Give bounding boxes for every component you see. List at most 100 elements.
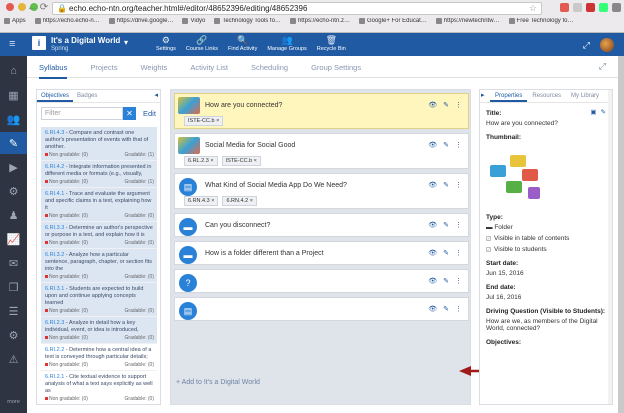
extension-icons[interactable] (560, 3, 621, 12)
calendar-icon[interactable]: ▦ (0, 84, 27, 106)
minimize-window-button[interactable] (18, 3, 26, 11)
toolbar-button-recycle-bin[interactable]: 🗑 Recycle Bin (315, 35, 348, 52)
chevron-down-icon[interactable]: ▾ (124, 38, 128, 47)
extension-icon[interactable] (573, 3, 582, 12)
list-item[interactable]: 6.RI.2.3 - Analyze in detail how a key i… (41, 317, 157, 344)
more-menu-icon[interactable]: ⋮ (455, 141, 462, 149)
edit-objectives-link[interactable]: Edit (143, 109, 156, 118)
activity-card[interactable]: ▤ 👁 ✎ ⋮ (174, 297, 469, 321)
list-item[interactable]: 6.RI.4.1 - Trace and evaluate the argume… (41, 188, 157, 222)
more-menu-icon[interactable]: ⋮ (455, 181, 462, 189)
list-item[interactable]: 6.RI.3.2 - Analyze how a particular sent… (41, 249, 157, 283)
hamburger-icon[interactable]: ≡ (9, 38, 15, 50)
visibility-eye-icon[interactable]: 👁 (428, 141, 437, 149)
edit-pencil-icon[interactable]: ✎ (443, 221, 449, 229)
settings-icon[interactable]: ⚙ (0, 180, 27, 202)
tab-projects[interactable]: Projects (90, 63, 117, 79)
toolbar-button-manage-groups[interactable]: 👥 Manage Groups (265, 35, 308, 52)
reload-icon[interactable]: ⟳ (38, 2, 50, 14)
bookmark-item[interactable]: Apps (4, 18, 26, 24)
list-item[interactable]: 6.RI.2.1 - Cite textual evidence to supp… (41, 371, 157, 404)
bookmark-star-icon[interactable]: ☆ (529, 3, 537, 14)
toolbar-button-course-links[interactable]: 🔗 Course Links (184, 35, 220, 52)
activity-card[interactable]: ▬ Can you disconnect? 👁 ✎ ⋮ (174, 213, 469, 237)
edit-pencil-icon[interactable]: ✎ (443, 141, 449, 149)
admin-icon[interactable]: ⚙ (0, 324, 27, 346)
course-title[interactable]: It's a Digital World (51, 36, 120, 45)
visibility-eye-icon[interactable]: 👁 (428, 181, 437, 189)
visibility-eye-icon[interactable]: 👁 (428, 305, 437, 313)
visibility-eye-icon[interactable]: 👁 (428, 221, 437, 229)
add-activity-link[interactable]: + Add to It's a Digital World (176, 379, 260, 386)
extension-icon[interactable] (586, 3, 595, 12)
edit-pencil-icon[interactable]: ✎ (443, 277, 449, 285)
edit-pencil-icon[interactable]: ✎ (443, 305, 449, 313)
bookmark-item[interactable]: Technology Tools fo… (214, 18, 281, 24)
user-icon[interactable]: ♟ (0, 204, 27, 226)
toc-visibility-checkbox[interactable]: ✓ Visible in table of contents (486, 235, 606, 242)
tab-scheduling[interactable]: Scheduling (251, 63, 288, 79)
remove-tag-icon[interactable]: × (209, 158, 213, 164)
activity-title[interactable]: Social Media for Social Good (205, 142, 295, 149)
visibility-eye-icon[interactable]: 👁 (428, 277, 437, 285)
list-item[interactable]: 6.RI.3.1 - Students are expected to buil… (41, 283, 157, 317)
mail-icon[interactable]: ✉ (0, 252, 27, 274)
more-menu-icon[interactable]: ⋮ (455, 305, 462, 313)
extension-icon[interactable] (599, 3, 608, 12)
bookmark-item[interactable]: Vidyo (182, 18, 205, 24)
activity-title[interactable]: Can you disconnect? (205, 222, 270, 229)
checkbox-icon[interactable]: ✓ (486, 236, 491, 241)
tab-my-library[interactable]: My Library (566, 90, 604, 102)
address-bar[interactable]: 🔒 echo.echo-ntn.org/teacher.html#/editor… (52, 2, 542, 15)
activity-title[interactable]: How is a folder different than a Project (205, 250, 324, 257)
bookmark-item[interactable]: https://newtechntw… (435, 18, 500, 24)
list-icon[interactable]: ☰ (0, 300, 27, 322)
tab-activity-list[interactable]: Activity List (190, 63, 228, 79)
checkbox-icon[interactable]: ✓ (486, 247, 491, 252)
edit-icon[interactable]: ✎ (601, 108, 606, 116)
collapse-panel-icon[interactable]: ▸ (481, 91, 485, 99)
activity-card[interactable]: ? 👁 ✎ ⋮ (174, 269, 469, 293)
list-item[interactable]: 6.RI.4.3 - Compare and contrast one auth… (41, 127, 157, 161)
more-menu-icon[interactable]: ⋮ (455, 249, 462, 257)
home-icon[interactable]: ⌂ (0, 60, 27, 82)
chart-icon[interactable]: 📈 (0, 228, 27, 250)
list-item[interactable]: 6.RI.4.2 - Integrate information present… (41, 161, 157, 188)
remove-tag-icon[interactable]: × (210, 198, 214, 204)
activity-card[interactable]: ▬ How is a folder different than a Projec… (174, 241, 469, 265)
tab-objectives[interactable]: Objectives (37, 90, 74, 102)
avatar[interactable] (600, 38, 614, 52)
bookmark-item[interactable]: Free Technology fo… (508, 18, 573, 24)
people-icon[interactable]: 👥 (0, 108, 27, 130)
edit-pencil-icon[interactable]: ✎ (443, 249, 449, 257)
activity-title[interactable]: How are you connected? (205, 102, 283, 109)
play-icon[interactable]: ▶ (0, 156, 27, 178)
tab-syllabus[interactable]: Syllabus (39, 63, 68, 79)
tab-badges[interactable]: Badges (73, 90, 101, 102)
more-menu-icon[interactable]: ⋮ (455, 221, 462, 229)
scrollbar[interactable] (608, 90, 612, 404)
list-item[interactable]: 6.RI.3.3 - Determine an author's perspec… (41, 222, 157, 249)
remove-tag-icon[interactable]: × (215, 118, 219, 124)
activity-title[interactable]: What Kind of Social Media App Do We Need… (205, 182, 347, 189)
toolbar-button-find-activity[interactable]: 🔍 Find Activity (226, 35, 259, 52)
extension-icon[interactable] (560, 3, 569, 12)
more-menu-icon[interactable]: ⋮ (455, 277, 462, 285)
more-menu-icon[interactable]: ⋮ (455, 101, 462, 109)
tab-resources[interactable]: Resources (527, 90, 566, 102)
toolbar-button-settings[interactable]: ⚙ Settings (154, 35, 178, 52)
back-icon[interactable]: ← (26, 2, 38, 14)
menu-icon[interactable] (612, 3, 621, 12)
activity-card[interactable]: ▤ What Kind of Social Media App Do We Nee… (174, 173, 469, 209)
activity-card[interactable]: Social Media for Social Good 👁 ✎ ⋮ 6.RL.2.3 … (174, 133, 469, 169)
collapse-panel-icon[interactable]: ◂ (154, 91, 158, 99)
tab-properties[interactable]: Properties (490, 90, 528, 102)
remove-tag-icon[interactable]: × (252, 158, 257, 164)
student-visibility-checkbox[interactable]: ✓ Visible to students (486, 246, 606, 253)
image-icon[interactable]: ▣ (590, 108, 596, 116)
visibility-eye-icon[interactable]: 👁 (428, 249, 437, 257)
fullscreen-icon[interactable]: ⤢ (583, 40, 590, 51)
bookmark-item[interactable]: https://echo-ntn.z… (289, 18, 350, 24)
bookmark-item[interactable]: https://drive.google… (108, 18, 173, 24)
tab-group-settings[interactable]: Group Settings (311, 63, 361, 79)
